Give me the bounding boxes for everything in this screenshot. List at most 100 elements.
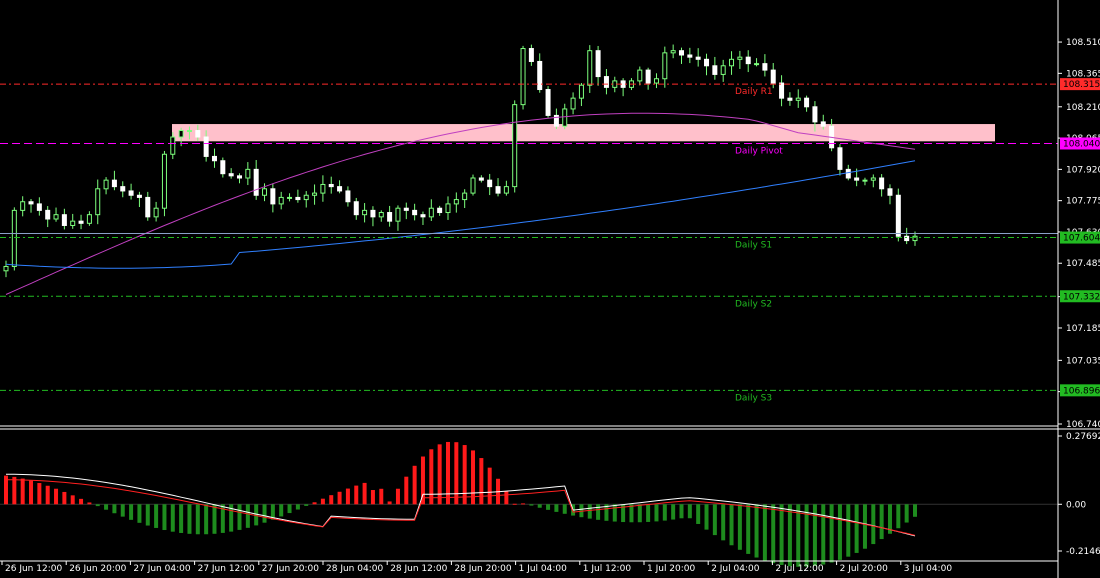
bear-candle-body	[228, 173, 234, 177]
bear-candle-body	[854, 177, 860, 181]
bull-candle-body	[20, 201, 26, 211]
macd-histogram-bar-positive	[404, 476, 409, 505]
bear-candle-body	[770, 69, 776, 84]
level-label: Daily R1	[735, 87, 773, 97]
bear-candle-body	[328, 183, 334, 188]
bear-candle-body	[895, 194, 901, 237]
macd-histogram-bar-negative	[529, 504, 534, 506]
macd-histogram-bar-negative	[821, 504, 826, 565]
macd-histogram-bar-positive	[62, 491, 67, 505]
macd-histogram-bar-negative	[587, 504, 592, 519]
macd-histogram-bar-negative	[904, 504, 909, 523]
macd-histogram-bar-negative	[687, 504, 692, 519]
macd-histogram-bar-negative	[913, 504, 917, 517]
macd-histogram-bar-negative	[137, 504, 142, 523]
macd-histogram-bar-positive	[362, 482, 367, 505]
bear-candle-body	[745, 56, 751, 65]
level-price-text: 106.896	[1063, 386, 1100, 396]
bear-candle-body	[779, 82, 785, 99]
bull-candle-body	[520, 48, 526, 106]
bear-candle-body	[804, 97, 810, 108]
macd-histogram-bar-negative	[787, 504, 792, 567]
macd-histogram-bar-positive	[312, 502, 317, 505]
bull-candle-body	[662, 52, 668, 80]
price-tick-label: 107.775	[1066, 197, 1100, 207]
macd-histogram-bar-negative	[245, 504, 250, 528]
bear-candle-body	[203, 136, 209, 157]
macd-histogram-bar-negative	[162, 504, 167, 531]
time-tick-label: 28 Jun 20:00	[454, 564, 511, 574]
bear-candle-body	[762, 63, 768, 71]
macd-histogram-bar-negative	[104, 504, 109, 510]
macd-histogram-bar-negative	[596, 504, 601, 520]
price-chart[interactable]: Daily R1 Daily Pivot Daily S1 Daily S2 Daily…	[0, 0, 1100, 578]
bear-candle-body	[78, 220, 84, 224]
bear-candle-body	[678, 50, 684, 56]
macd-histogram-bar-positive	[521, 503, 526, 505]
bull-candle-body	[754, 63, 760, 66]
macd-histogram-bar-negative	[796, 504, 801, 567]
macd-histogram-bar-negative	[729, 504, 734, 546]
bull-candle-body	[378, 212, 384, 218]
bull-candle-body	[729, 58, 735, 67]
macd-histogram-bar-negative	[646, 504, 651, 522]
level-label: Daily S3	[735, 393, 772, 403]
macd-histogram-bar-negative	[762, 504, 767, 561]
macd-histogram-bar-negative	[154, 504, 159, 528]
time-tick-label: 27 Jun 20:00	[262, 564, 319, 574]
bear-candle-body	[120, 186, 126, 192]
macd-histogram-bar-negative	[737, 504, 742, 550]
macd-histogram-bar-positive	[12, 476, 17, 505]
macd-histogram-bar-negative	[204, 504, 209, 535]
macd-tick-label: -0.21466	[1066, 547, 1100, 557]
time-tick-label: 27 Jun 12:00	[198, 564, 255, 574]
macd-histogram-bar-positive	[437, 444, 442, 505]
bear-candle-body	[478, 177, 484, 181]
bull-candle-body	[912, 235, 918, 242]
bull-candle-body	[287, 196, 293, 199]
level-price-text: 108.315	[1063, 80, 1100, 90]
time-tick-label: 27 Jun 04:00	[133, 564, 190, 574]
bull-candle-body	[278, 196, 284, 205]
price-tick-label: 106.740	[1066, 420, 1100, 430]
macd-histogram-bar-positive	[20, 478, 25, 505]
bull-candle-body	[103, 179, 109, 190]
bull-candle-body	[320, 183, 326, 194]
bear-candle-body	[787, 97, 793, 101]
bear-candle-body	[211, 155, 217, 162]
time-tick-label: 2 Jul 04:00	[711, 564, 760, 574]
bull-candle-body	[86, 214, 92, 224]
macd-histogram-bar-negative	[145, 504, 150, 526]
candle	[545, 86, 551, 118]
level-price-text: 108.040	[1063, 139, 1100, 149]
bull-candle-body	[570, 97, 576, 110]
price-tick-label: 107.485	[1066, 259, 1100, 269]
time-tick-label: 1 Jul 12:00	[583, 564, 632, 574]
bull-candle-body	[503, 186, 509, 194]
bear-candle-body	[887, 188, 893, 196]
price-tick-label: 108.210	[1066, 103, 1100, 113]
macd-histogram-bar-negative	[537, 504, 542, 508]
bull-candle-body	[653, 78, 659, 84]
macd-histogram-bar-negative	[696, 504, 701, 524]
macd-histogram-bar-positive	[354, 485, 359, 505]
macd-histogram-bar-negative	[279, 504, 284, 517]
bear-candle-body	[695, 56, 701, 60]
bear-candle-body	[111, 179, 117, 188]
candle	[11, 207, 17, 271]
bear-candle-body	[128, 190, 134, 196]
macd-histogram-bar-positive	[462, 445, 467, 505]
macd-histogram-bar-positive	[379, 488, 384, 505]
bull-candle-body	[362, 209, 368, 216]
macd-histogram-bar-positive	[504, 490, 509, 505]
bull-candle-body	[3, 265, 9, 272]
bear-candle-body	[353, 201, 359, 216]
macd-histogram-bar-negative	[287, 504, 292, 514]
bull-candle-body	[170, 136, 176, 155]
macd-histogram-bar-negative	[846, 504, 851, 557]
bull-candle-body	[178, 130, 184, 138]
macd-histogram-bar-negative	[746, 504, 751, 554]
time-tick-label: 26 Jun 12:00	[5, 564, 62, 574]
macd-histogram-bar-positive	[54, 488, 59, 505]
macd-histogram-bar-negative	[95, 504, 100, 507]
